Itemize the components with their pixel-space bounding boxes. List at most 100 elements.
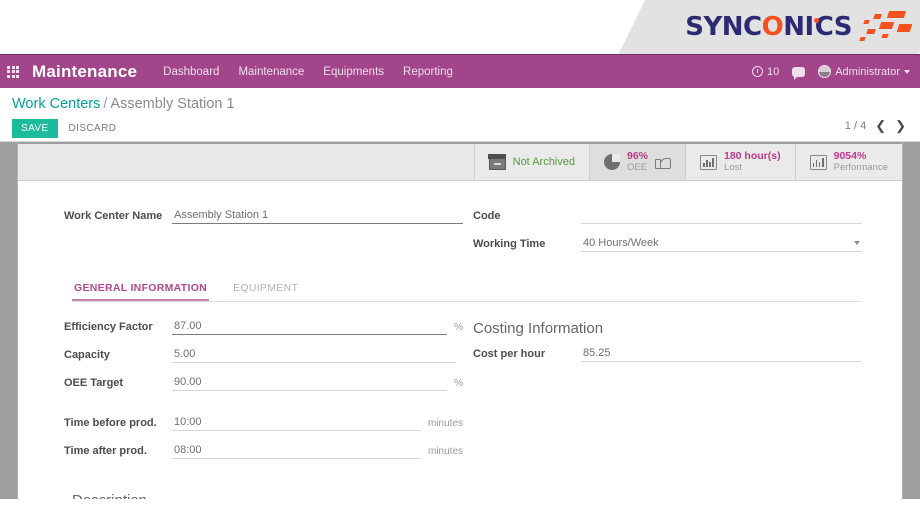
logo-text-n: N [783,12,804,42]
stat-oee-text: 96% OEE [627,151,648,173]
breadcrumb-work-centers[interactable]: Work Centers [12,96,100,112]
menu-item-dashboard[interactable]: Dashboard [163,66,219,78]
brand-bar: SYNCONICS [0,0,920,54]
stat-archived-value: Not Archived [513,156,575,168]
logo-text-cs: CS [815,12,852,42]
suffix-time-after-prod: minutes [428,446,463,459]
messaging-menu[interactable] [792,67,805,77]
avatar [818,65,831,78]
label-working-time: Working Time [473,238,581,252]
app-title: Maintenance [32,62,137,82]
capacity-input[interactable]: 5.00 [172,348,456,363]
stat-button-performance[interactable]: 9054% Performance [795,144,902,180]
bar-chart-icon [700,155,717,170]
label-capacity: Capacity [64,349,172,363]
breadcrumb-current: Assembly Station 1 [110,96,234,112]
form-col-right: Code Working Time 40 Hours/Week [463,209,862,265]
control-panel: Work Centers/Assembly Station 1 SAVE DIS… [0,88,920,142]
oee-target-input[interactable]: 90.00 [172,376,447,391]
field-spacer [64,404,463,416]
pager-counter: 1 / 4 [845,120,866,132]
time-before-prod-input[interactable]: 10:00 [172,416,421,431]
code-input[interactable] [581,209,862,224]
cost-per-hour-input[interactable]: 85.25 [581,347,862,362]
chat-bubble-icon [792,67,805,77]
field-time-before-prod: Time before prod. 10:00 minutes [64,416,463,431]
field-efficiency-factor: Efficiency Factor 87.00 % [64,320,463,335]
synconics-logo: SYNCONICS [685,10,912,44]
breadcrumb-separator: / [103,96,107,112]
label-oee-target: OEE Target [64,377,172,391]
thumbs-up-icon [655,155,669,169]
form-sheet: Not Archived 96% OEE 180 hour(s) Lost [17,142,903,499]
general-col-left: Efficiency Factor 87.00 % Capacity 5.00 … [64,320,463,472]
tab-equipment[interactable]: EQUIPMENT [231,277,300,301]
stat-button-oee[interactable]: 96% OEE [589,144,685,180]
general-col-right: Costing Information Cost per hour 85.25 [463,320,862,472]
label-work-center-name: Work Center Name [64,210,172,224]
chevron-left-icon[interactable]: ❮ [875,119,886,132]
logo-wordmark: SYNCONICS [685,14,852,40]
stat-button-archived[interactable]: Not Archived [474,144,589,180]
form-top-rows: Work Center Name Assembly Station 1 Code… [64,209,862,265]
chevron-right-icon[interactable]: ❯ [895,119,906,132]
form-col-left: Work Center Name Assembly Station 1 [64,209,463,265]
record-actions: SAVE DISCARD [12,119,908,138]
activity-menu[interactable]: 10 [752,66,779,78]
stat-performance-value: 9054% [834,151,888,163]
working-time-value: 40 Hours/Week [583,237,659,249]
field-time-after-prod: Time after prod. 08:00 minutes [64,444,463,459]
archive-box-icon [489,155,506,170]
label-time-before-prod: Time before prod. [64,417,172,431]
suffix-efficiency-factor: % [454,322,463,335]
pager: 1 / 4 ❮ ❯ [845,119,906,132]
field-code: Code [473,209,862,224]
stat-performance-text: 9054% Performance [834,151,888,173]
stat-archived-text: Not Archived [513,156,575,168]
menu-item-reporting[interactable]: Reporting [403,66,453,78]
systray: 10 Administrator [752,65,910,78]
suffix-oee-target: % [454,378,463,391]
logo-pixel-burst-icon [854,10,912,44]
stat-oee-value: 96% [627,151,648,163]
stat-button-lost[interactable]: 180 hour(s) Lost [685,144,795,180]
bar-chart-icon [810,155,827,170]
efficiency-factor-input[interactable]: 87.00 [172,320,447,335]
label-code: Code [473,210,581,224]
work-center-form: Work Center Name Assembly Station 1 Code… [18,181,902,499]
time-after-prod-input[interactable]: 08:00 [172,444,421,459]
pie-chart-icon [604,154,620,170]
chevron-down-icon [904,70,910,74]
user-menu[interactable]: Administrator [818,65,910,78]
logo-text-i: I [805,12,814,42]
clock-icon [752,66,763,77]
working-time-select[interactable]: 40 Hours/Week [581,237,862,252]
discard-button[interactable]: DISCARD [69,123,117,134]
label-efficiency-factor: Efficiency Factor [64,321,172,335]
field-work-center-name: Work Center Name Assembly Station 1 [64,209,463,224]
main-menu: Dashboard Maintenance Equipments Reporti… [163,66,752,78]
save-button[interactable]: SAVE [12,119,58,138]
suffix-time-before-prod: minutes [428,418,463,431]
user-name: Administrator [835,66,900,78]
apps-menu-icon[interactable] [0,55,26,89]
top-navbar: Maintenance Dashboard Maintenance Equipm… [0,54,920,88]
work-center-name-input[interactable]: Assembly Station 1 [172,209,463,224]
tab-content-general: Efficiency Factor 87.00 % Capacity 5.00 … [64,320,862,472]
stat-lost-value: 180 hour(s) [724,151,781,163]
chevron-down-icon [854,241,860,245]
label-cost-per-hour: Cost per hour [473,348,581,362]
notebook-tabs: GENERAL INFORMATION EQUIPMENT [72,277,862,302]
breadcrumb: Work Centers/Assembly Station 1 [12,95,908,113]
field-oee-target: OEE Target 90.00 % [64,376,463,391]
logo-text-sync: SYNC [685,12,761,42]
menu-item-equipments[interactable]: Equipments [323,66,384,78]
field-capacity: Capacity 5.00 [64,348,463,363]
logo-text-o: O [762,12,784,42]
field-working-time: Working Time 40 Hours/Week [473,237,862,252]
tab-general-information[interactable]: GENERAL INFORMATION [72,277,209,301]
costing-information-title: Costing Information [473,320,862,337]
menu-item-maintenance[interactable]: Maintenance [238,66,304,78]
field-cost-per-hour: Cost per hour 85.25 [473,347,862,362]
logo-i-dot [814,18,819,23]
